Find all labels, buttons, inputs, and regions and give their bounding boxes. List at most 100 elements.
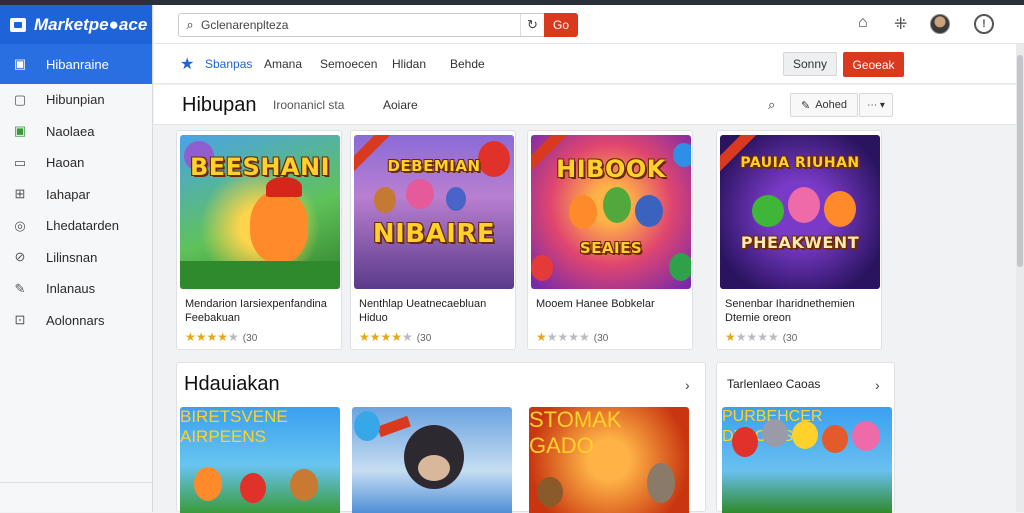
sidebar-divider <box>0 482 152 483</box>
star-rating: ★★★★★ (30 <box>185 330 258 344</box>
download-icon: ⊡ <box>14 312 26 328</box>
sidebar-item-label: Lilinsnan <box>46 249 98 265</box>
sidebar-item-label: Hibanraine <box>46 56 109 72</box>
sidebar-item-0[interactable]: ▢ Hibunpian <box>0 84 152 116</box>
section-subtitle: Iroonanicl sta <box>273 98 345 112</box>
edit-button[interactable]: ✎ Aohed <box>790 93 858 117</box>
grid-icon[interactable]: ⁜ <box>894 14 907 34</box>
image-icon: ▣ <box>13 123 27 139</box>
secondary-button[interactable]: Sonny <box>783 52 837 76</box>
section-title: Hdauiakan <box>184 373 280 395</box>
section-featured: Hdauiakan › BIRETSVENE AIRPEENS STOMAK G… <box>176 362 706 513</box>
rating-count: (30 <box>782 333 798 344</box>
primary-button[interactable]: Geoeak <box>843 52 904 77</box>
card-description: Mendarion Iarsiexpenfandina Feebakuan <box>185 298 327 324</box>
card-thumb-title: BEESHANI <box>189 153 331 181</box>
sidebar-item-active[interactable]: ▣ Hibanraine <box>0 44 152 84</box>
card-description: Mooem Hanee Bobkelar <box>536 298 655 310</box>
sidebar-item-label: Iahapar <box>46 186 91 202</box>
search-bar: ⌕ Gclenarenplteza ↻ Go <box>178 13 578 37</box>
nav-link-1[interactable]: Amana <box>264 57 302 71</box>
game-card-1[interactable]: DEBEMIAN NIBAIRE Nenthlap Ueatnecaebluan… <box>350 130 516 350</box>
page-title: Hibupan <box>182 94 257 116</box>
star-rating: ★★★★★ (30 <box>359 330 432 344</box>
game-card-3[interactable]: PAUIA RIUHAN PHEAKWENT Senenbar Iharidne… <box>716 130 882 350</box>
sidebar-item-label: Naolaea <box>46 123 95 139</box>
game-thumbnail[interactable]: PAUIA RIUHAN PHEAKWENT <box>720 135 880 289</box>
home-icon[interactable]: ⌂ <box>858 14 868 32</box>
sidebar-item-label: Hibunpian <box>46 92 105 108</box>
game-card-2[interactable]: HIBOOK SEAIES Mooem Hanee Bobkelar ★★★★★… <box>527 130 693 350</box>
game-thumbnail[interactable]: PURBEHCER DKAOAIS <box>722 407 892 513</box>
target-icon: ◎ <box>14 217 26 233</box>
section-filter-link[interactable]: Aoiare <box>383 98 418 112</box>
store-logo-icon <box>10 17 26 32</box>
sidebar-item-7[interactable]: ⊡ Aolonnars <box>0 305 152 337</box>
category-nav: ★ Sbanpas Amana Semoecen Hlidan Behde So… <box>154 44 1018 84</box>
search-input[interactable]: Gclenarenplteza <box>201 18 520 32</box>
top-bar: ⌕ Gclenarenplteza ↻ Go ⌂ ⁜ ! <box>154 5 1024 44</box>
sidebar-item-2[interactable]: ▭ Haoan <box>0 147 152 179</box>
card-thumb-title: STOMAK GADO <box>529 407 622 458</box>
game-thumbnail[interactable]: DEBEMIAN NIBAIRE <box>354 135 514 289</box>
section-side-title: Tarlenlaeo Caoas <box>727 377 821 391</box>
nav-link-2[interactable]: Semoecen <box>320 57 377 71</box>
chevron-right-icon[interactable]: › <box>875 377 880 393</box>
game-thumbnail[interactable]: BIRETSVENE AIRPEENS <box>180 407 340 513</box>
sidebar-item-label: Aolonnars <box>46 312 105 328</box>
game-thumbnail[interactable]: BEESHANI <box>180 135 340 289</box>
sidebar-item-4[interactable]: ◎ Lhedatarden <box>0 210 152 242</box>
search-icon[interactable]: ⌕ <box>768 97 775 113</box>
game-card-0[interactable]: BEESHANI Mendarion Iarsiexpenfandina Fee… <box>176 130 342 350</box>
rating-count: (30 <box>593 333 609 344</box>
puzzle-icon: ⊞ <box>14 186 26 202</box>
card-thumb-title: HIBOOK <box>556 155 666 183</box>
sidebar-item-label: Lhedatarden <box>46 218 120 234</box>
star-rating: ★★★★★ (30 <box>725 330 798 344</box>
card-description: Senenbar Iharidnethemien Dtemie oreon <box>725 298 855 324</box>
game-thumbnail[interactable]: STOMAK GADO <box>529 407 689 513</box>
card-thumb-title: NIBAIRE <box>372 219 496 249</box>
nav-link-3[interactable]: Hlidan <box>392 57 426 71</box>
store-icon: ▣ <box>13 56 27 71</box>
star-rating: ★★★★★ (30 <box>536 330 609 344</box>
card-thumb-title: BIRETSVENE AIRPEENS <box>180 407 288 446</box>
section-side: Tarlenlaeo Caoas › PURBEHCER DKAOAIS <box>716 362 895 513</box>
rating-count: (30 <box>242 333 258 344</box>
sale-ribbon <box>377 415 411 438</box>
app-logo[interactable]: Marketpe●ace <box>0 5 152 44</box>
main-content: BEESHANI Mendarion Iarsiexpenfandina Fee… <box>154 126 1018 513</box>
rating-count: (30 <box>416 333 432 344</box>
sidebar-item-6[interactable]: ✎ Inlanaus <box>0 273 152 305</box>
card-description: Nenthlap Ueatnecaebluan Hiduo <box>359 298 487 324</box>
sidebar-item-label: Inlanaus <box>46 281 96 297</box>
edit-button-label: Aohed <box>815 99 848 111</box>
sidebar-item-3[interactable]: ⊞ Iahapar <box>0 179 152 211</box>
go-button[interactable]: Go <box>544 13 578 37</box>
more-dropdown[interactable]: ⋯ ▾ <box>859 93 893 117</box>
sidebar-item-1[interactable]: ▣ Naolaea <box>0 116 152 148</box>
pencil-icon: ✎ <box>800 99 811 112</box>
sidebar-item-label: Haoan <box>46 155 85 171</box>
star-icon: ★ <box>180 56 195 73</box>
card-thumb-title-top: PAUIA RIUHAN <box>740 155 860 171</box>
sidebar-item-5[interactable]: ⊘ Lilinsnan <box>0 242 152 274</box>
logo-text: Marketpe●ace <box>34 14 148 34</box>
wrench-icon: ✎ <box>14 280 26 296</box>
sidebar: Marketpe●ace ▣ Hibanraine ▢ Hibunpian ▣ … <box>0 5 153 512</box>
card-thumb-title-top: DEBEMIAN <box>387 157 481 175</box>
window-icon: ▢ <box>13 91 27 107</box>
refresh-icon[interactable]: ↻ <box>520 14 544 36</box>
info-icon[interactable]: ! <box>974 14 994 34</box>
game-thumbnail[interactable]: HIBOOK SEAIES <box>531 135 691 289</box>
nav-link-0[interactable]: Sbanpas <box>205 57 252 71</box>
card-thumb-title-bottom: SEAIES <box>579 239 643 257</box>
scrollbar-thumb[interactable] <box>1017 55 1023 267</box>
avatar[interactable] <box>930 14 950 34</box>
monitor-icon: ▭ <box>13 154 27 170</box>
chevron-right-icon[interactable]: › <box>685 377 690 393</box>
nav-link-4[interactable]: Behde <box>450 57 485 71</box>
compass-icon: ⊘ <box>14 249 26 265</box>
search-icon: ⌕ <box>186 17 194 32</box>
game-thumbnail[interactable] <box>352 407 512 513</box>
